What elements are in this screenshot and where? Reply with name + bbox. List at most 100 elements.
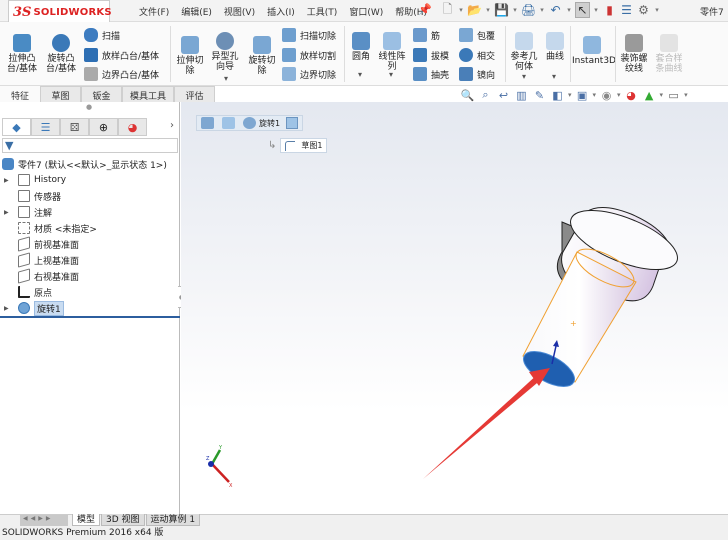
property-manager-icon[interactable]: ☰ (31, 118, 60, 136)
swept-cut-button[interactable]: 扫描切除 (282, 26, 336, 44)
fillet-dropdown[interactable]: ▾ (358, 70, 362, 79)
intersect-button[interactable]: 相交 (459, 46, 495, 64)
tree-filter[interactable]: ▼ (2, 138, 178, 153)
display-style-dropdown[interactable]: ▾ (593, 91, 597, 99)
boundary-boss-button[interactable]: 边界凸台/基体 (84, 65, 159, 83)
save-icon[interactable]: 💾 (494, 2, 509, 18)
configuration-manager-icon[interactable]: ⚄ (60, 118, 89, 136)
solidworks-logo[interactable]: 3S SOLIDWORKS (8, 0, 112, 24)
dimxpert-icon[interactable]: ⊕ (89, 118, 118, 136)
menu-insert[interactable]: 插入(I) (261, 5, 301, 18)
hole-wizard-dropdown[interactable]: ▾ (224, 74, 228, 83)
loft-cut-button[interactable]: 放样切割 (282, 46, 336, 64)
revolve-boss-button[interactable]: 旋转凸 台/基体 (44, 34, 78, 74)
hide-show-items-icon[interactable]: ◉ (599, 88, 614, 102)
tree-item-material[interactable]: 材质 <未指定> (0, 220, 180, 236)
menu-edit[interactable]: 编辑(E) (175, 5, 218, 18)
rollback-bar[interactable] (0, 316, 180, 318)
display-style-icon[interactable]: ▣ (575, 88, 590, 102)
file-properties-icon[interactable]: ☰ (619, 2, 634, 18)
reference-geometry-dropdown[interactable]: ▾ (522, 72, 526, 81)
hide-show-dropdown[interactable]: ▾ (617, 91, 621, 99)
tab-sheet-metal[interactable]: 钣金 (81, 86, 122, 102)
select-pointer-icon[interactable]: ↖ (575, 2, 590, 18)
feature-manager-icon[interactable]: ◆ (2, 118, 31, 136)
print-dropdown[interactable]: ▾ (538, 6, 546, 14)
select-dropdown[interactable]: ▾ (592, 6, 600, 14)
panel-splitter-grip[interactable]: ● (86, 103, 92, 111)
curves-button[interactable]: 曲线 (543, 32, 567, 62)
tab-3d-views[interactable]: 3D 视图 (101, 514, 145, 526)
tree-root-part[interactable]: 零件7 (默认<<默认>_显示状态 1>) (2, 156, 180, 172)
section-view-icon[interactable]: ▥ (514, 88, 529, 102)
new-document-icon[interactable]: 🗋 (440, 2, 455, 18)
undo-dropdown[interactable]: ▾ (565, 6, 573, 14)
undo-icon[interactable]: ↶ (548, 2, 563, 18)
tree-item-front-plane[interactable]: 前视基准面 (0, 236, 180, 252)
zoom-to-area-icon[interactable]: ⌕ (478, 88, 493, 102)
tree-item-annotations[interactable]: ▶ 注解 (0, 204, 180, 220)
previous-view-icon[interactable]: ↩ (496, 88, 511, 102)
tab-features[interactable]: 特征 (0, 86, 40, 102)
draft-button[interactable]: 拔模 (413, 46, 449, 64)
options-dropdown[interactable]: ▾ (653, 6, 661, 14)
print-icon[interactable]: 🖨 (521, 2, 536, 18)
expand-arrow-icon[interactable]: ▶ (4, 305, 12, 312)
open-dropdown[interactable]: ▾ (484, 6, 492, 14)
options-gear-icon[interactable]: ⚙ (636, 2, 651, 18)
expand-arrow-icon[interactable]: ▶ (4, 209, 12, 216)
menu-tools[interactable]: 工具(T) (301, 5, 344, 18)
menu-file[interactable]: 文件(F) (133, 5, 175, 18)
rebuild-icon[interactable]: ▮ (602, 2, 617, 18)
tree-item-history[interactable]: ▶ History (0, 172, 180, 188)
loft-boss-button[interactable]: 放样凸台/基体 (84, 46, 159, 64)
tree-item-revolve1[interactable]: ▶ 旋转1 (0, 300, 180, 316)
tab-navigation-buttons[interactable]: ◀◀▶▶ (20, 515, 68, 526)
tree-item-origin[interactable]: 原点 (0, 284, 180, 300)
tab-evaluate[interactable]: 评估 (174, 86, 215, 102)
instant3d-button[interactable]: Instant3D (572, 36, 616, 66)
edit-appearance-icon[interactable]: ◕ (624, 88, 639, 102)
wrap-button[interactable]: 包覆 (459, 26, 495, 44)
curves-dropdown[interactable]: ▾ (552, 72, 556, 81)
tab-sketch[interactable]: 草图 (40, 86, 81, 102)
revolve-cut-button[interactable]: 旋转切 除 (244, 36, 280, 76)
panel-tabs-scroll-right[interactable]: › (170, 120, 174, 131)
extrude-boss-button[interactable]: 拉伸凸 台/基体 (6, 34, 38, 74)
reference-geometry-button[interactable]: 参考几 何体 (509, 32, 539, 72)
menu-window[interactable]: 窗口(W) (343, 5, 389, 18)
apply-scene-icon[interactable]: ▲ (642, 88, 657, 102)
boundary-cut-button[interactable]: 边界切除 (282, 65, 336, 83)
open-icon[interactable]: 📂 (467, 2, 482, 18)
tree-item-top-plane[interactable]: 上视基准面 (0, 252, 180, 268)
tab-model[interactable]: 模型 (72, 514, 101, 526)
mirror-button[interactable]: 镜向 (459, 65, 495, 83)
cosmetic-thread-button[interactable]: 装饰螺 纹线 (618, 34, 650, 74)
dynamic-annotation-icon[interactable]: ✎ (532, 88, 547, 102)
rib-button[interactable]: 筋 (413, 26, 440, 44)
display-manager-icon[interactable]: ◕ (118, 118, 147, 136)
tree-item-right-plane[interactable]: 右视基准面 (0, 268, 180, 284)
view-settings-dropdown[interactable]: ▾ (684, 91, 688, 99)
fillet-button[interactable]: 圆角 (349, 32, 373, 62)
part-model[interactable]: + Y X Z (181, 102, 728, 514)
pin-menu-icon[interactable]: 📌 (418, 3, 432, 16)
view-settings-icon[interactable]: ▭ (666, 88, 681, 102)
save-dropdown[interactable]: ▾ (511, 6, 519, 14)
composite-curve-button[interactable]: 套合样 条曲线 (653, 34, 685, 74)
expand-arrow-icon[interactable]: ▶ (4, 177, 12, 184)
scene-dropdown[interactable]: ▾ (660, 91, 664, 99)
view-orientation-dropdown[interactable]: ▾ (568, 91, 572, 99)
linear-pattern-dropdown[interactable]: ▾ (389, 70, 393, 79)
view-orientation-icon[interactable]: ◧ (550, 88, 565, 102)
menu-view[interactable]: 视图(V) (218, 5, 261, 18)
sweep-button[interactable]: 扫描 (84, 26, 120, 44)
zoom-to-fit-icon[interactable]: 🔍 (460, 88, 475, 102)
new-dropdown[interactable]: ▾ (457, 6, 465, 14)
linear-pattern-button[interactable]: 线性阵 列 (377, 32, 407, 72)
extrude-cut-button[interactable]: 拉伸切 除 (175, 36, 205, 76)
tree-item-sensors[interactable]: 传感器 (0, 188, 180, 204)
shell-button[interactable]: 抽壳 (413, 65, 449, 83)
tab-mold-tools[interactable]: 模具工具 (122, 86, 174, 102)
tab-motion-study-1[interactable]: 运动算例 1 (145, 514, 201, 526)
